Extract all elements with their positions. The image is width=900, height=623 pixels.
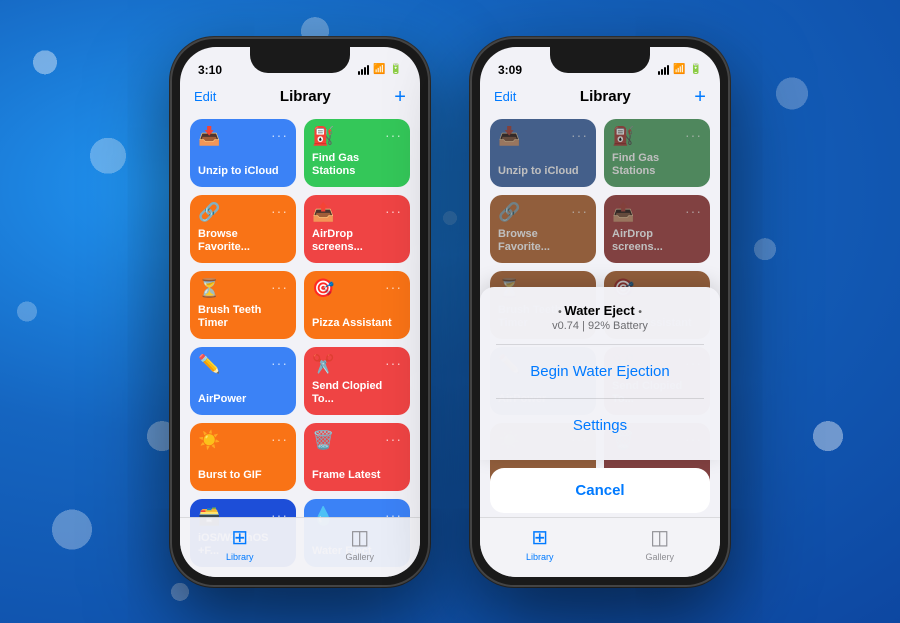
cancel-button[interactable]: Cancel bbox=[490, 468, 710, 513]
begin-water-ejection-button[interactable]: Begin Water Ejection bbox=[496, 353, 704, 390]
status-icons-1: 📶 🔋 bbox=[358, 64, 402, 75]
library-title-1: Library bbox=[280, 88, 331, 105]
phone-2-screen: 3:09 📶 🔋 Edit Library + bbox=[480, 47, 720, 577]
shortcut-browse-favorite[interactable]: 🔗··· Browse Favorite... bbox=[190, 195, 296, 263]
shortcut-airdrop[interactable]: 📤··· AirDrop screens... bbox=[304, 195, 410, 263]
shortcut-burst-gif[interactable]: ☀️··· Burst to GIF bbox=[190, 423, 296, 491]
divider-1 bbox=[496, 344, 704, 345]
tab-bar-1: ⊞ Library ◫ Gallery bbox=[180, 517, 420, 577]
library-icon-1: ⊞ bbox=[231, 525, 248, 550]
modal-subtitle: v0.74 | 92% Battery bbox=[496, 320, 704, 332]
phone-2: 3:09 📶 🔋 Edit Library + bbox=[470, 37, 730, 587]
phones-container: 3:10 📶 🔋 Edit Library + bbox=[0, 0, 900, 623]
tab-bar-2: ⊞ Library ◫ Gallery bbox=[480, 517, 720, 577]
library-icon-2: ⊞ bbox=[531, 525, 548, 550]
signal-icon-2 bbox=[658, 65, 669, 75]
modal-overlay: • Water Eject • v0.74 | 92% Battery Begi… bbox=[480, 287, 720, 517]
tab-gallery-2[interactable]: ◫ Gallery bbox=[645, 525, 674, 562]
settings-button[interactable]: Settings bbox=[496, 407, 704, 444]
edit-button-2[interactable]: Edit bbox=[494, 89, 516, 104]
nav-bar-2: Edit Library + bbox=[480, 85, 720, 113]
tab-gallery-1[interactable]: ◫ Gallery bbox=[345, 525, 374, 562]
shortcut2-unzip: 📥··· Unzip to iCloud bbox=[490, 119, 596, 187]
edit-button-1[interactable]: Edit bbox=[194, 89, 216, 104]
phone-1-screen: 3:10 📶 🔋 Edit Library + bbox=[180, 47, 420, 577]
shortcut-pizza[interactable]: 🎯··· Pizza Assistant bbox=[304, 271, 410, 339]
notch-2 bbox=[550, 47, 650, 73]
library-label-1: Library bbox=[226, 552, 254, 562]
shortcut2-find-gas: ⛽··· Find Gas Stations bbox=[604, 119, 710, 187]
shortcut2-airdrop: 📤··· AirDrop screens... bbox=[604, 195, 710, 263]
notch-1 bbox=[250, 47, 350, 73]
shortcut-airpower[interactable]: ✏️··· AirPower bbox=[190, 347, 296, 415]
modal-title-text: Water Eject bbox=[564, 303, 634, 318]
wifi-icon-2: 📶 bbox=[673, 64, 685, 75]
shortcut-unzip-icloud[interactable]: 📥··· Unzip to iCloud bbox=[190, 119, 296, 187]
shortcut-find-gas[interactable]: ⛽··· Find Gas Stations bbox=[304, 119, 410, 187]
add-button-1[interactable]: + bbox=[394, 87, 406, 107]
shortcut-brush-teeth[interactable]: ⏳··· Brush Teeth Timer bbox=[190, 271, 296, 339]
divider-2 bbox=[496, 398, 704, 399]
wifi-icon-1: 📶 bbox=[373, 64, 385, 75]
signal-icon-1 bbox=[358, 65, 369, 75]
tab-library-1[interactable]: ⊞ Library bbox=[226, 525, 254, 562]
shortcut2-browse: 🔗··· Browse Favorite... bbox=[490, 195, 596, 263]
water-eject-modal: • Water Eject • v0.74 | 92% Battery Begi… bbox=[480, 287, 720, 460]
battery-icon-2: 🔋 bbox=[690, 64, 702, 75]
cancel-container: Cancel bbox=[480, 468, 720, 517]
battery-icon-1: 🔋 bbox=[390, 64, 402, 75]
gallery-icon-1: ◫ bbox=[350, 525, 369, 550]
shortcut-frame-latest[interactable]: 🗑️··· Frame Latest bbox=[304, 423, 410, 491]
gallery-label-2: Gallery bbox=[645, 552, 674, 562]
library-title-2: Library bbox=[580, 88, 631, 105]
status-time-2: 3:09 bbox=[498, 63, 522, 77]
phone-1: 3:10 📶 🔋 Edit Library + bbox=[170, 37, 430, 587]
modal-header: • Water Eject • bbox=[496, 303, 704, 318]
add-button-2[interactable]: + bbox=[694, 87, 706, 107]
status-time-1: 3:10 bbox=[198, 63, 222, 77]
modal-dot-right: • bbox=[638, 307, 642, 318]
shortcut-send-copied[interactable]: ✂️··· Send Clopied To... bbox=[304, 347, 410, 415]
status-icons-2: 📶 🔋 bbox=[658, 64, 702, 75]
nav-bar-1: Edit Library + bbox=[180, 85, 420, 113]
library-label-2: Library bbox=[526, 552, 554, 562]
shortcuts-grid-1: 📥··· Unzip to iCloud ⛽··· Find Gas Stati… bbox=[180, 113, 420, 573]
gallery-label-1: Gallery bbox=[345, 552, 374, 562]
gallery-icon-2: ◫ bbox=[650, 525, 669, 550]
tab-library-2[interactable]: ⊞ Library bbox=[526, 525, 554, 562]
